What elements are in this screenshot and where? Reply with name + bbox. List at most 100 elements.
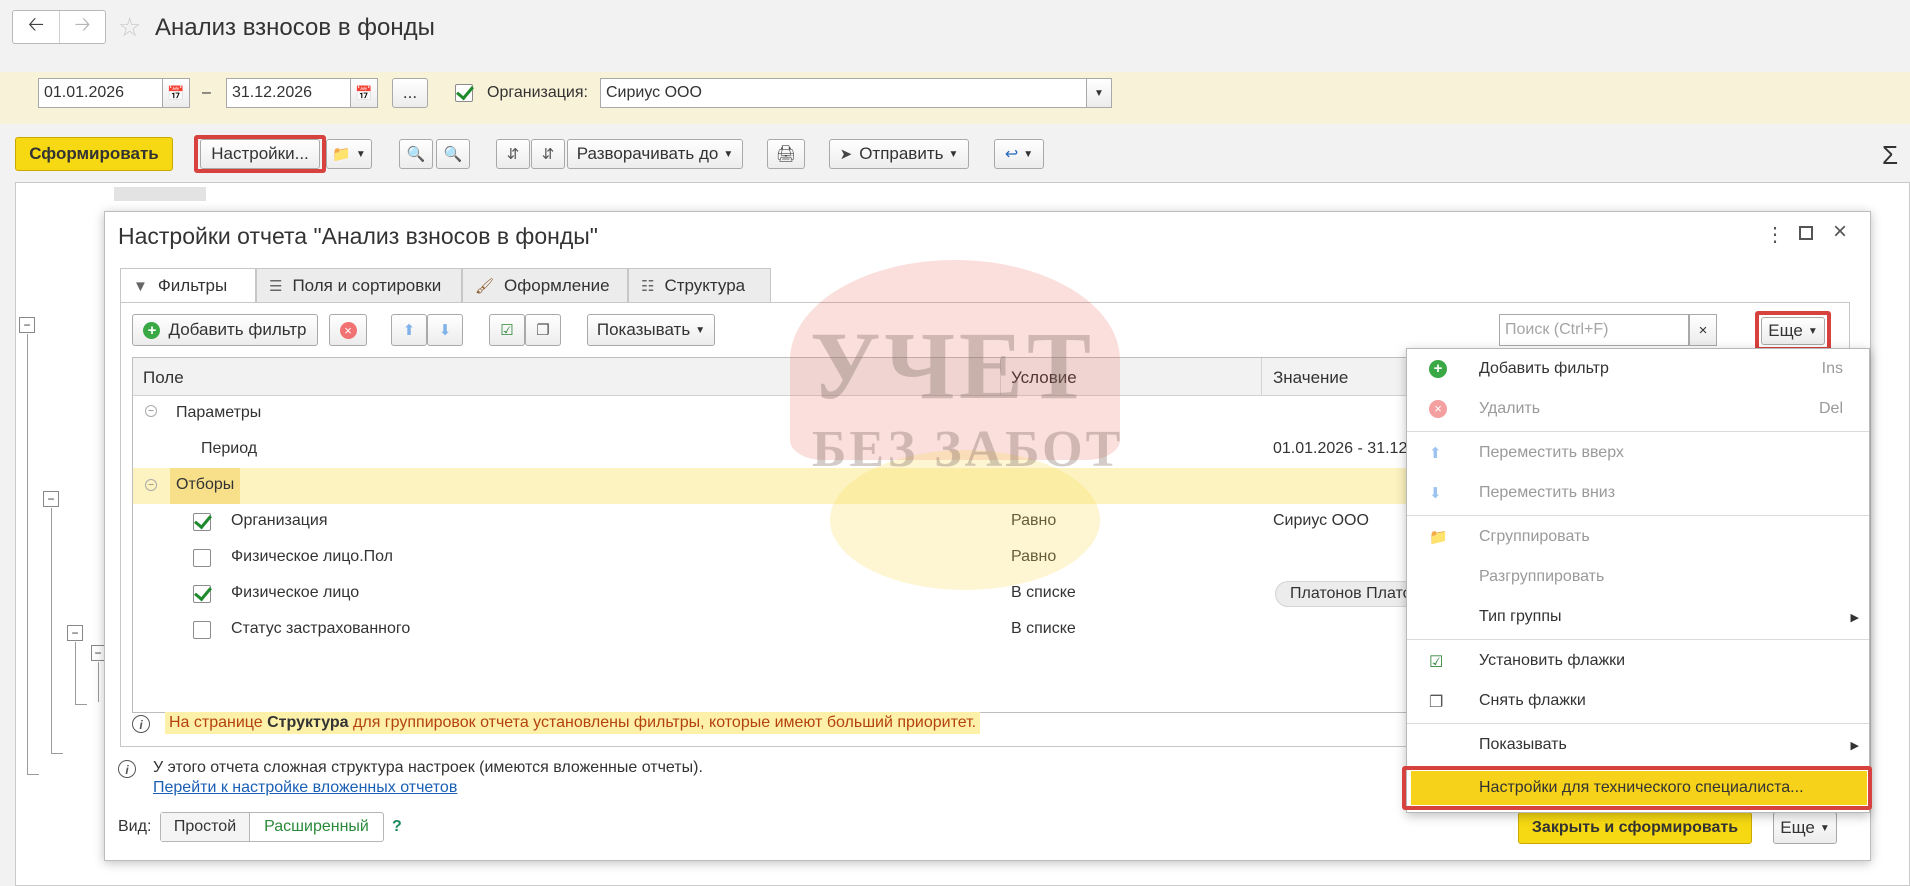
menu-set-flags-label: Установить флажки	[1479, 652, 1626, 669]
printer-icon: 🖨	[775, 146, 797, 163]
arrow-up-icon: ⬆	[402, 322, 416, 339]
menu-clear-flags[interactable]: ❐ Снять флажки	[1407, 681, 1869, 721]
date-to-calendar-button[interactable]: 📅	[350, 78, 378, 108]
delete-filter-button[interactable]: ×	[329, 314, 367, 346]
row-field: Физическое лицо	[231, 584, 360, 601]
row-field: Период	[201, 440, 258, 457]
variant-button[interactable]: 📁 ▼	[326, 139, 372, 169]
favorite-star-icon[interactable]: ☆	[118, 12, 141, 43]
outline-line	[27, 334, 28, 774]
more-options-icon[interactable]: ⋮	[1765, 222, 1785, 247]
maximize-icon[interactable]	[1799, 226, 1813, 240]
uncheck-all-icon: ❐	[536, 322, 550, 339]
row-checkbox[interactable]	[193, 513, 211, 531]
more-bottom-button[interactable]: Еще ▼	[1773, 812, 1837, 844]
menu-separator	[1407, 723, 1869, 724]
period-select-label: ...	[402, 83, 418, 102]
forward-button[interactable]: 🡢	[60, 11, 105, 43]
menu-ungroup-label: Разгруппировать	[1479, 568, 1605, 585]
menu-separator	[1407, 515, 1869, 516]
tech-settings-highlight	[1402, 766, 1872, 810]
close-and-generate-button[interactable]: Закрыть и сформировать	[1518, 812, 1752, 844]
outline-line	[75, 642, 76, 704]
close-icon[interactable]: ×	[1833, 218, 1847, 246]
search-icon: 🔍	[406, 146, 426, 163]
generate-label: Сформировать	[29, 144, 159, 163]
tab-appearance-label: Оформление	[504, 275, 610, 295]
collapse-all-button[interactable]: ⇵	[531, 139, 565, 169]
structure-icon: ☷	[641, 277, 655, 295]
tab-appearance[interactable]: 🖌 Оформление	[462, 268, 628, 302]
tab-fields-sorting[interactable]: ☰ Поля и сортировки	[256, 268, 462, 302]
dialog-title: Настройки отчета "Анализ взносов в фонды…	[118, 223, 598, 249]
date-from-calendar-button[interactable]: 📅	[162, 78, 190, 108]
outline-toggle[interactable]: −	[67, 625, 83, 641]
column-field: Поле	[143, 368, 184, 387]
view-switch: Простой Расширенный	[160, 812, 384, 842]
page-title: Анализ взносов в фонды	[155, 14, 435, 41]
send-button[interactable]: ➤ Отправить ▼	[829, 139, 969, 169]
send-label: Отправить	[859, 144, 944, 163]
outline-line	[51, 753, 63, 754]
add-filter-button[interactable]: + Добавить фильтр	[132, 314, 318, 346]
outline-toggle[interactable]: −	[19, 317, 35, 333]
menu-show[interactable]: Показывать ▶	[1407, 725, 1869, 765]
expand-all-button[interactable]: ⇵	[496, 139, 530, 169]
organization-checkbox[interactable]	[455, 84, 473, 102]
menu-move-up[interactable]: ⬆ Переместить вверх	[1407, 433, 1869, 473]
menu-group-label: Сгруппировать	[1479, 528, 1590, 545]
view-extended-button[interactable]: Расширенный	[250, 813, 383, 841]
help-link[interactable]: ?	[392, 818, 402, 836]
menu-add-filter[interactable]: + Добавить фильтр Ins	[1407, 349, 1869, 389]
move-down-button[interactable]: ⬇	[427, 314, 463, 346]
collapse-group-icon[interactable]: −	[145, 479, 157, 491]
view-simple-button[interactable]: Простой	[161, 813, 250, 841]
filter-search-input[interactable]: Поиск (Ctrl+F)	[1499, 314, 1689, 346]
tab-structure[interactable]: ☷ Структура	[628, 268, 771, 302]
menu-move-down-label: Переместить вниз	[1479, 484, 1616, 501]
menu-delete[interactable]: × Удалить Del	[1407, 389, 1869, 429]
menu-group[interactable]: 📁 Сгруппировать	[1407, 517, 1869, 557]
filter-search-clear-button[interactable]: ×	[1689, 314, 1717, 346]
menu-move-down[interactable]: ⬇ Переместить вниз	[1407, 473, 1869, 513]
go-to-button[interactable]: ↩ ▼	[994, 139, 1044, 169]
row-condition: В списке	[1011, 620, 1076, 637]
outline-line	[27, 774, 39, 775]
title-bar: 🡠 🡢 ☆ Анализ взносов в фонды	[0, 0, 1910, 56]
print-button[interactable]: 🖨	[767, 139, 805, 169]
plus-circle-icon: +	[1429, 360, 1447, 378]
view-extended-label: Расширенный	[264, 818, 369, 835]
tab-filters[interactable]: ▼ Фильтры	[120, 268, 256, 303]
row-checkbox[interactable]	[193, 549, 211, 567]
move-up-button[interactable]: ⬆	[391, 314, 427, 346]
clear-icon: ×	[1698, 321, 1708, 339]
menu-ungroup[interactable]: Разгруппировать	[1407, 557, 1869, 597]
search-clear-button[interactable]: 🔍	[436, 139, 470, 169]
period-select-button[interactable]: ...	[392, 78, 428, 108]
search-button[interactable]: 🔍	[399, 139, 433, 169]
uncheck-all-button[interactable]: ❐	[525, 314, 561, 346]
row-checkbox[interactable]	[193, 585, 211, 603]
back-button[interactable]: 🡠	[13, 11, 60, 43]
nested-reports-link[interactable]: Перейти к настройке вложенных отчетов	[153, 779, 457, 797]
outline-toggle[interactable]: −	[91, 645, 105, 661]
sum-icon[interactable]: Σ	[1882, 140, 1898, 171]
date-to-field[interactable]: 31.12.2026	[226, 78, 366, 108]
expand-to-button[interactable]: Разворачивать до ▼	[567, 139, 743, 169]
row-checkbox[interactable]	[193, 621, 211, 639]
organization-dropdown-button[interactable]: ▼	[1086, 78, 1112, 108]
date-from-field[interactable]: 01.01.2026	[38, 78, 178, 108]
menu-set-flags[interactable]: ☑ Установить флажки	[1407, 641, 1869, 681]
row-value: Сириус ООО	[1273, 512, 1369, 529]
check-all-button[interactable]: ☑	[489, 314, 525, 346]
outline-toggle[interactable]: −	[43, 491, 59, 507]
menu-separator	[1407, 639, 1869, 640]
settings-button-highlight	[194, 135, 326, 173]
menu-group-type[interactable]: Тип группы ▶	[1407, 597, 1869, 637]
outline-line	[75, 704, 87, 705]
show-button[interactable]: Показывать ▼	[587, 314, 715, 346]
collapse-group-icon[interactable]: −	[145, 405, 157, 417]
organization-field[interactable]: Сириус ООО	[600, 78, 1088, 108]
outline-line	[51, 508, 52, 753]
generate-button[interactable]: Сформировать	[15, 137, 173, 171]
